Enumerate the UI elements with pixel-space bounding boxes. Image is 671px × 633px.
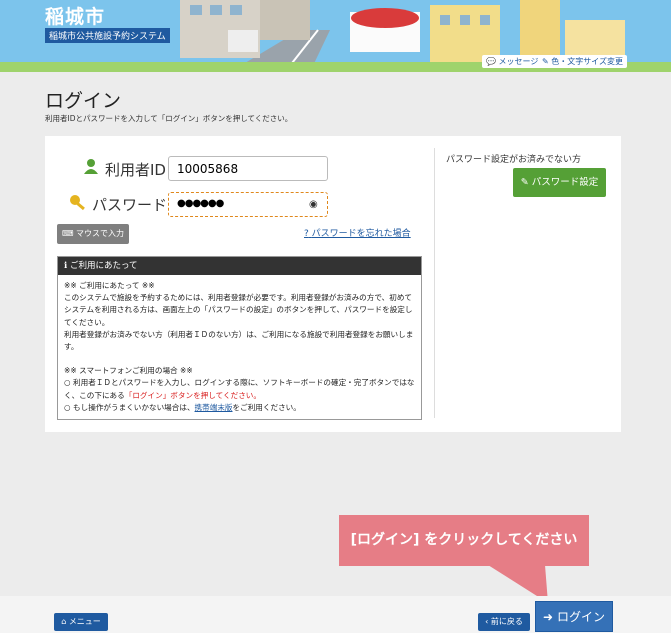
forgot-password-link[interactable]: ? パスワードを忘れた場合 <box>304 226 411 239</box>
notice-smartphone-line2-post: をご利用ください。 <box>232 402 301 412</box>
menu-button-label: メニュー <box>68 617 101 626</box>
question-circle-icon: ? <box>304 229 309 239</box>
notice-title: ご利用にあたって <box>69 261 138 271</box>
city-name: 稲城市 <box>45 6 106 28</box>
back-button-label: 前に戻る <box>490 617 523 626</box>
password-label: パスワード <box>92 196 168 214</box>
menu-button[interactable]: ⌂ メニュー <box>54 613 108 631</box>
notice-paragraph-1: このシステムで施設を予約するためには、利用者登録が必要です。利用者登録がお済みの… <box>64 293 413 327</box>
instruction-callout: [ログイン] をクリックしてください <box>339 515 589 566</box>
user-id-input[interactable]: 10005868 <box>168 156 328 181</box>
notice-body: ※※ ご利用にあたって ※※ このシステムで施設を予約するためには、利用者登録が… <box>58 275 421 419</box>
password-not-set-text: パスワード設定がお済みでない方 <box>446 155 582 165</box>
notice-box: ℹ ご利用にあたって ※※ ご利用にあたって ※※ このシステムで施設を予約する… <box>57 256 422 420</box>
notice-heading-1: ※※ ご利用にあたって ※※ <box>64 281 155 290</box>
mouse-input-button[interactable]: ⌨ マウスで入力 <box>57 224 129 244</box>
message-link-label: メッセージ <box>498 57 539 66</box>
notice-paragraph-2: 利用者登録がお済みでない方（利用者ＩＤのない方）は、ご利用になる施設で利用者登録… <box>64 329 414 352</box>
notice-smartphone-line2-pre: ○ もし操作がうまくいかない場合は、 <box>64 402 195 412</box>
speech-bubble-icon: 💬 <box>486 57 496 66</box>
chevron-left-icon: ‹ <box>485 617 489 626</box>
message-link[interactable]: 💬 メッセージ <box>482 55 543 68</box>
notice-header: ℹ ご利用にあたって <box>58 257 421 275</box>
page-title: ログイン <box>45 90 122 112</box>
eye-icon[interactable]: ◉ <box>309 199 318 210</box>
info-icon: ℹ <box>64 261 68 271</box>
password-input[interactable]: ●●●●●● <box>168 192 328 217</box>
forgot-password-label: パスワードを忘れた場合 <box>311 229 411 239</box>
key-icon <box>70 195 85 211</box>
user-icon <box>84 159 98 174</box>
mouse-input-label: マウスで入力 <box>76 229 125 238</box>
password-setup-button[interactable]: ✎ パスワード設定 <box>513 168 606 197</box>
site-header: 稲城市 稲城市公共施設予約システム 💬 メッセージ ✎ 色・文字サイズ変更 <box>0 0 671 72</box>
display-settings-label: 色・文字サイズ変更 <box>551 57 624 66</box>
mobile-version-link[interactable]: 携帯端末版 <box>195 403 233 412</box>
panel-divider <box>434 148 435 418</box>
login-button[interactable]: ➜ ログイン <box>535 601 613 632</box>
notice-heading-2: ※※ スマートフォンご利用の場合 ※※ <box>64 366 193 376</box>
user-id-label: 利用者ID <box>105 161 166 179</box>
pencil-icon: ✎ <box>542 57 549 66</box>
login-button-label: ログイン <box>556 610 605 624</box>
keyboard-icon: ⌨ <box>61 229 74 238</box>
system-name: 稲城市公共施設予約システム <box>45 28 170 43</box>
password-setup-label: パスワード設定 <box>531 177 599 188</box>
back-button[interactable]: ‹ 前に戻る <box>478 613 530 631</box>
pencil-icon: ✎ <box>520 177 529 188</box>
login-panel: 利用者ID 10005868 パスワード ●●●●●● ◉ ⌨ マウスで入力 ?… <box>45 136 621 432</box>
home-icon: ⌂ <box>61 617 67 626</box>
display-settings-link[interactable]: ✎ 色・文字サイズ変更 <box>538 55 628 68</box>
page-subtitle: 利用者IDとパスワードを入力して「ログイン」ボタンを押してください。 <box>45 114 293 123</box>
notice-login-emphasis: 「ログイン」ボタンを押してください。 <box>124 390 261 400</box>
sign-in-icon: ➜ <box>543 610 554 624</box>
